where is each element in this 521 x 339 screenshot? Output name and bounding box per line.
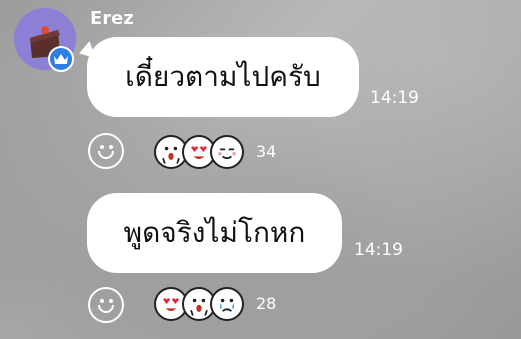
message-time: 14:19 [370, 88, 419, 108]
reaction-emojis[interactable] [154, 135, 246, 169]
reaction-count: 28 [256, 294, 277, 313]
crown-badge-icon [48, 46, 74, 72]
add-reaction-button[interactable] [88, 287, 124, 323]
reaction-count: 34 [256, 142, 277, 161]
reaction-emojis[interactable] [154, 287, 246, 321]
add-reaction-button[interactable] [88, 133, 124, 169]
message-bubble[interactable]: เดี๋ยวตามไปครับ [87, 37, 359, 117]
message-time: 14:19 [354, 240, 403, 260]
smiley-icon [98, 151, 114, 159]
smug-face-icon [210, 135, 244, 169]
smiley-icon [98, 305, 114, 313]
sender-name: Erez [90, 8, 134, 29]
message-text: พูดจริงไม่โกหก [123, 216, 306, 249]
message-bubble[interactable]: พูดจริงไม่โกหก [87, 193, 342, 273]
crying-face-icon [210, 287, 244, 321]
message-text: เดี๋ยวตามไปครับ [125, 60, 321, 93]
